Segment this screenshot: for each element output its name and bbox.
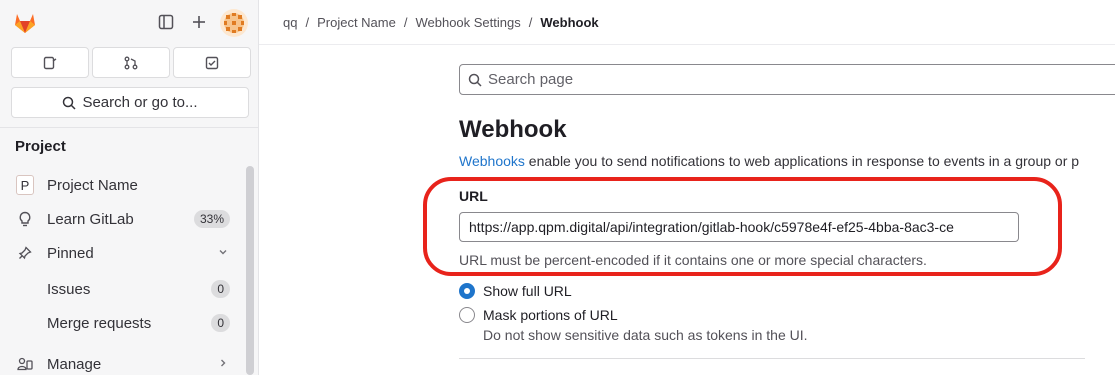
mask-url-help: Do not show sensitive data such as token… [483, 327, 808, 343]
description-text: enable you to send notifications to web … [524, 153, 1080, 169]
section-title: Project [15, 138, 66, 155]
sidebar-item-manage[interactable]: Manage [8, 349, 238, 375]
search-icon [63, 96, 76, 110]
user-avatar[interactable] [220, 9, 248, 37]
search-or-go-button[interactable]: Search or go to... [11, 87, 249, 118]
page-description: Webhooks enable you to send notification… [459, 153, 1079, 169]
breadcrumb-current[interactable]: Webhook [540, 15, 598, 30]
sidebar-item-label: Project Name [47, 176, 138, 194]
divider [0, 127, 259, 128]
sidebar-item-label: Manage [47, 355, 102, 373]
count-badge: 0 [211, 314, 230, 332]
todo-button[interactable] [173, 47, 251, 78]
search-or-go-label: Search or go to... [82, 94, 198, 111]
sidebar-item-label: Merge requests [47, 314, 152, 332]
collapse-sidebar-icon[interactable] [155, 11, 177, 33]
merge-request-icon [124, 56, 138, 69]
checkbox-icon [205, 56, 219, 69]
search-page-placeholder: Search page [488, 71, 574, 88]
count-badge: 0 [211, 280, 230, 298]
chevron-right-icon [218, 357, 228, 371]
breadcrumb-item[interactable]: qq [283, 15, 297, 30]
url-label: URL [459, 188, 488, 204]
sidebar-item-label: Pinned [47, 244, 94, 262]
assigned-issues-button[interactable] [11, 47, 89, 78]
lightbulb-icon [16, 210, 34, 228]
sidebar-item-pinned[interactable]: Pinned [8, 238, 238, 268]
plus-icon[interactable] [188, 11, 210, 33]
pin-icon [16, 244, 34, 262]
sidebar-item-project-name[interactable]: P Project Name [8, 170, 238, 200]
sidebar-scrollbar[interactable] [246, 166, 254, 375]
breadcrumb-item[interactable]: Project Name [317, 15, 396, 30]
webhooks-help-link[interactable]: Webhooks [459, 153, 525, 169]
header-divider [259, 44, 1115, 45]
project-avatar: P [16, 175, 34, 195]
chevron-down-icon [218, 246, 228, 260]
search-icon [468, 73, 482, 87]
sidebar-item-issues[interactable]: Issues 0 [8, 274, 238, 304]
sidebar-item-merge-requests[interactable]: Merge requests 0 [8, 308, 238, 338]
sidebar: Search or go to... Project P Project Nam… [0, 0, 259, 375]
sidebar-item-label: Issues [47, 280, 91, 298]
search-page-input[interactable]: Search page [459, 64, 1115, 95]
section-divider [459, 358, 1085, 359]
breadcrumb-item[interactable]: Webhook Settings [415, 15, 520, 30]
show-full-url-option[interactable]: Show full URL [459, 283, 572, 299]
mask-url-label: Mask portions of URL [483, 307, 618, 323]
radio-selected[interactable] [459, 283, 475, 299]
mask-url-option[interactable]: Mask portions of URL [459, 307, 618, 323]
users-icon [16, 355, 34, 373]
sidebar-topbar [0, 0, 259, 45]
breadcrumb-separator: / [403, 15, 408, 30]
merge-requests-button[interactable] [92, 47, 170, 78]
progress-badge: 33% [193, 210, 230, 228]
show-full-url-label: Show full URL [483, 283, 572, 299]
sidebar-item-learn-gitlab[interactable]: Learn GitLab 33% [8, 204, 238, 234]
url-hint: URL must be percent-encoded if it contai… [459, 252, 927, 268]
breadcrumb: qq / Project Name / Webhook Settings / W… [283, 15, 599, 30]
breadcrumb-separator: / [305, 15, 310, 30]
radio-unselected[interactable] [459, 307, 475, 323]
url-field[interactable] [459, 212, 1019, 242]
issues-icon [43, 56, 57, 69]
gitlab-logo-icon[interactable] [12, 10, 38, 36]
page-title: Webhook [459, 116, 567, 143]
sidebar-item-label: Learn GitLab [47, 210, 134, 228]
breadcrumb-separator: / [528, 15, 533, 30]
